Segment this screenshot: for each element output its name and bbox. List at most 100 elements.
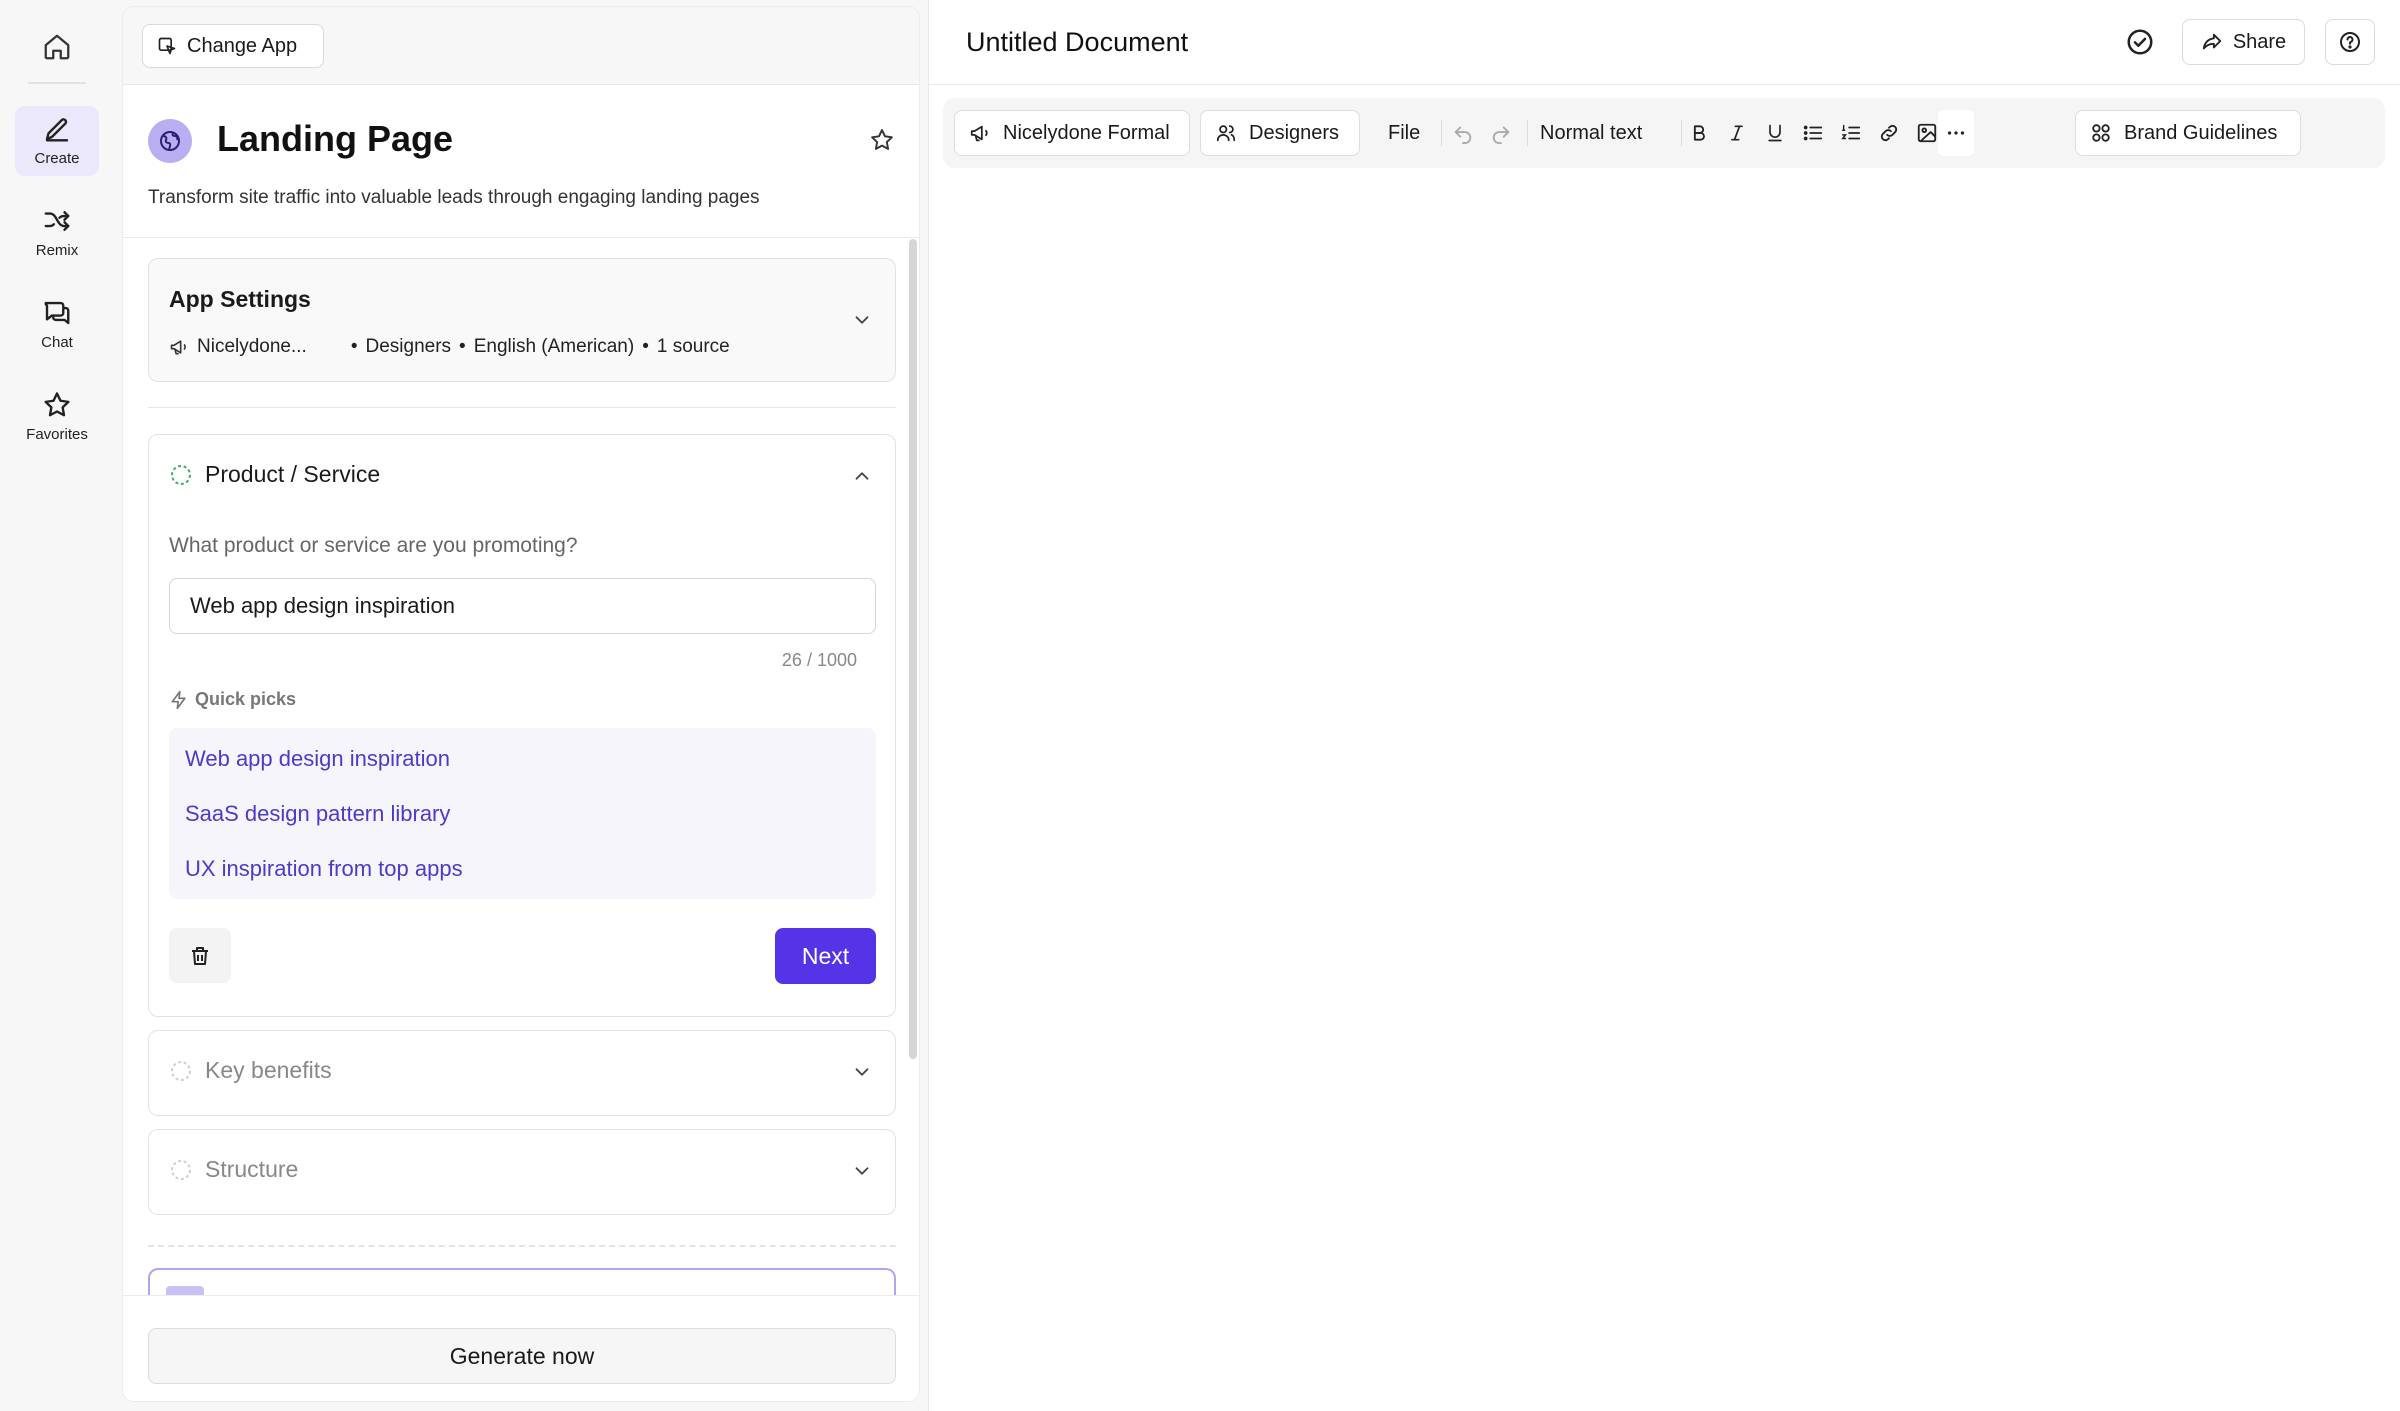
dashed-divider [148, 1245, 896, 1247]
numbered-list-button[interactable] [1838, 120, 1864, 146]
product-question-label: What product or service are you promotin… [169, 534, 578, 557]
structure-header: Structure [169, 1156, 298, 1183]
home-button[interactable] [36, 26, 78, 68]
key-benefits-header: Key benefits [169, 1057, 332, 1084]
toolbar-divider [1441, 120, 1442, 146]
rail-item-label: Favorites [26, 426, 88, 443]
editor-toolbar: Nicelydone Formal Designers File Normal … [943, 98, 2385, 168]
rail-item-chat[interactable]: Chat [15, 290, 99, 360]
product-service-section: Product / Service What product or servic… [148, 434, 896, 1017]
undo-button[interactable] [1450, 120, 1476, 146]
divider [148, 407, 896, 408]
rail-divider [28, 82, 86, 84]
app-title-row: Landing Page Transform site traffic into… [123, 85, 919, 237]
key-benefits-section[interactable]: Key benefits [148, 1030, 896, 1116]
share-icon [2202, 33, 2221, 50]
app-settings-card[interactable]: App Settings Nicelydone... • Designers •… [148, 258, 896, 382]
chat-icon [44, 301, 70, 325]
structure-section[interactable]: Structure [148, 1129, 896, 1215]
bold-button[interactable] [1686, 120, 1712, 146]
link-button[interactable] [1876, 120, 1902, 146]
megaphone-icon [970, 125, 988, 142]
more-horizontal-icon [1947, 131, 1965, 135]
expand-structure-button[interactable] [851, 1160, 873, 1182]
rail-item-remix[interactable]: Remix [15, 198, 99, 268]
bullet: • [642, 336, 649, 357]
share-button[interactable]: Share [2182, 19, 2305, 65]
generate-now-button[interactable]: Generate now [148, 1328, 896, 1384]
underline-button[interactable] [1762, 120, 1788, 146]
brand-guidelines-icon [2092, 124, 2110, 142]
section-title: Structure [205, 1156, 299, 1182]
help-button[interactable] [2325, 19, 2375, 65]
collapse-product-button[interactable] [851, 465, 873, 487]
italic-button[interactable] [1724, 120, 1750, 146]
trash-icon [192, 946, 208, 965]
favorite-button[interactable] [869, 127, 895, 153]
document-canvas[interactable] [929, 180, 2400, 1411]
product-service-header[interactable]: Product / Service [169, 461, 380, 488]
image-button[interactable] [1914, 120, 1940, 146]
numbered-list-icon [1841, 124, 1861, 140]
file-menu[interactable]: File [1388, 110, 1420, 156]
divider [123, 237, 919, 238]
bold-icon [1693, 125, 1705, 141]
product-input[interactable]: Web app design inspiration [169, 578, 876, 634]
rail-item-favorites[interactable]: Favorites [15, 382, 99, 452]
app-avatar [148, 119, 192, 163]
toolbar-divider [1681, 120, 1682, 146]
bullet-list-button[interactable] [1800, 120, 1826, 146]
brand-voice-value: Nicelydone... [197, 336, 307, 357]
brand-guidelines-label: Brand Guidelines [2124, 121, 2278, 144]
bullet: • [350, 336, 358, 357]
rail-item-label: Remix [35, 242, 79, 259]
quick-picks-label: Quick picks [169, 689, 296, 710]
panel-scrollbar[interactable] [909, 239, 917, 1059]
toolbar-divider [1527, 120, 1528, 146]
megaphone-icon [170, 340, 186, 355]
expand-key-benefits-button[interactable] [851, 1061, 873, 1083]
section-title: Product / Service [205, 461, 381, 487]
document-editor: Untitled Document Share Nicelydone Forma… [928, 0, 2400, 1411]
underline-icon [1768, 124, 1782, 142]
star-icon [44, 392, 70, 417]
check-circle-icon [2127, 29, 2153, 55]
saved-status[interactable] [2125, 27, 2155, 57]
brand-guidelines-button[interactable]: Brand Guidelines [2075, 110, 2301, 156]
redo-button[interactable] [1488, 120, 1514, 146]
chevron-down-icon [855, 316, 869, 324]
character-counter: 26 / 1000 [781, 650, 857, 670]
brand-voice-dropdown[interactable]: Nicelydone Formal [954, 110, 1190, 156]
quick-pick-item[interactable]: SaaS design pattern library [185, 801, 450, 827]
language-value: English (American) [473, 336, 635, 357]
progress-ring-icon [171, 1060, 191, 1081]
header-divider [929, 84, 2400, 85]
change-app-button[interactable]: Change App [142, 24, 324, 68]
link-icon [1880, 124, 1898, 142]
document-title[interactable]: Untitled Document [966, 27, 1188, 58]
more-options-button[interactable] [1938, 110, 1974, 156]
delete-button[interactable] [169, 928, 231, 983]
italic-icon [1731, 125, 1743, 141]
text-style-dropdown[interactable]: Normal text [1540, 110, 1642, 156]
quick-pick-item[interactable]: UX inspiration from top apps [185, 856, 463, 882]
settings-summary: Nicelydone... • Designers • English (Ame… [169, 336, 730, 358]
progress-ring-icon [171, 464, 191, 485]
next-button[interactable]: Next [775, 928, 876, 984]
audience-dropdown[interactable]: Designers [1200, 110, 1360, 156]
rail-item-create[interactable]: Create [15, 106, 99, 176]
app-switch-icon [158, 37, 176, 55]
undo-icon [1454, 126, 1472, 144]
quick-pick-item[interactable]: Web app design inspiration [185, 746, 450, 772]
panel-header: Change App [123, 7, 919, 85]
share-label: Share [2232, 30, 2287, 53]
chevron-down-icon [855, 1068, 869, 1076]
app-panel: Change App Landing Page Transform site t… [122, 6, 920, 1402]
quick-picks-list: Web app design inspiration SaaS design p… [169, 728, 876, 899]
section-title: Key benefits [205, 1057, 332, 1083]
page-description: Transform site traffic into valuable lea… [148, 187, 760, 208]
page-title: Landing Page [217, 118, 454, 159]
expand-settings-button[interactable] [851, 309, 873, 331]
change-app-label: Change App [187, 34, 298, 57]
progress-ring-icon [171, 1159, 191, 1180]
